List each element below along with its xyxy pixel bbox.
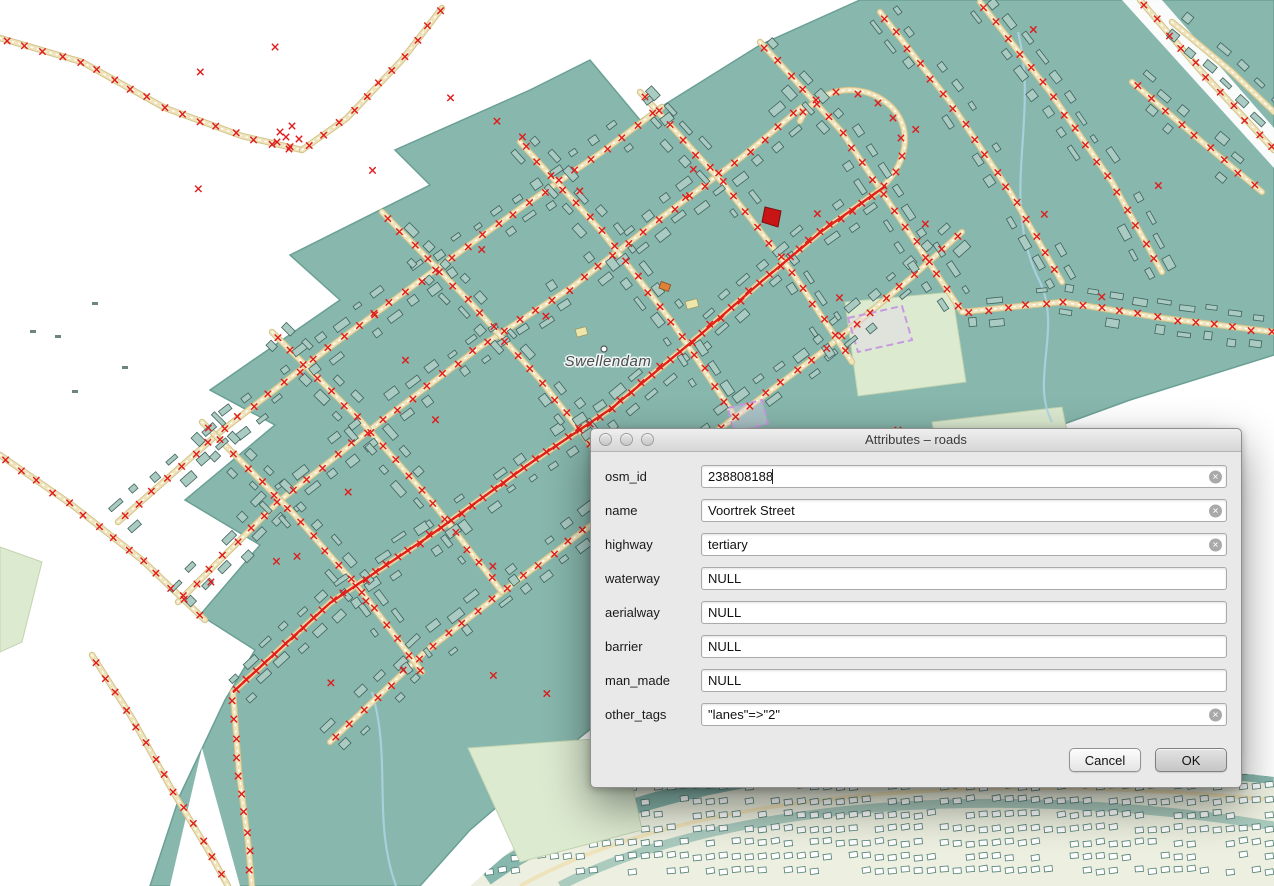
dialog-buttons: Cancel OK bbox=[605, 748, 1227, 772]
field-label-barrier: barrier bbox=[605, 639, 693, 654]
close-button[interactable] bbox=[599, 433, 612, 446]
field-input-aerialway[interactable] bbox=[701, 601, 1227, 624]
field-label-other_tags: other_tags bbox=[605, 707, 693, 722]
clear-icon[interactable]: ✕ bbox=[1209, 470, 1222, 483]
clear-icon[interactable]: ✕ bbox=[1209, 708, 1222, 721]
text-caret bbox=[772, 469, 773, 484]
field-input-barrier[interactable] bbox=[701, 635, 1227, 658]
field-row: highway ✕ bbox=[605, 533, 1227, 556]
window-controls bbox=[599, 433, 654, 446]
field-row: aerialway ✕ bbox=[605, 601, 1227, 624]
field-row: man_made ✕ bbox=[605, 669, 1227, 692]
field-input-man_made[interactable] bbox=[701, 669, 1227, 692]
field-row: barrier ✕ bbox=[605, 635, 1227, 658]
place-marker-icon bbox=[601, 346, 607, 352]
field-rows: osm_id ✕ name ✕ highway ✕ waterway ✕ aer… bbox=[605, 465, 1227, 726]
field-label-man_made: man_made bbox=[605, 673, 693, 688]
zoom-button[interactable] bbox=[641, 433, 654, 446]
dialog-titlebar[interactable]: Attributes – roads bbox=[591, 429, 1241, 452]
clear-icon[interactable]: ✕ bbox=[1209, 504, 1222, 517]
field-label-highway: highway bbox=[605, 537, 693, 552]
field-label-osm_id: osm_id bbox=[605, 469, 693, 484]
minimize-button[interactable] bbox=[620, 433, 633, 446]
field-label-waterway: waterway bbox=[605, 571, 693, 586]
dialog-body: osm_id ✕ name ✕ highway ✕ waterway ✕ aer… bbox=[591, 452, 1241, 787]
dialog-title: Attributes – roads bbox=[865, 432, 967, 447]
field-input-other_tags[interactable] bbox=[701, 703, 1227, 726]
field-input-osm_id[interactable] bbox=[701, 465, 1227, 488]
field-label-name: name bbox=[605, 503, 693, 518]
field-row: waterway ✕ bbox=[605, 567, 1227, 590]
clear-icon[interactable]: ✕ bbox=[1209, 538, 1222, 551]
place-label: Swellendam bbox=[565, 353, 652, 370]
field-row: osm_id ✕ bbox=[605, 465, 1227, 488]
ok-button[interactable]: OK bbox=[1155, 748, 1227, 772]
cancel-button[interactable]: Cancel bbox=[1069, 748, 1141, 772]
field-row: name ✕ bbox=[605, 499, 1227, 522]
field-input-name[interactable] bbox=[701, 499, 1227, 522]
field-row: other_tags ✕ bbox=[605, 703, 1227, 726]
field-label-aerialway: aerialway bbox=[605, 605, 693, 620]
field-input-waterway[interactable] bbox=[701, 567, 1227, 590]
attributes-dialog: Attributes – roads osm_id ✕ name ✕ highw… bbox=[590, 428, 1242, 788]
field-input-highway[interactable] bbox=[701, 533, 1227, 556]
